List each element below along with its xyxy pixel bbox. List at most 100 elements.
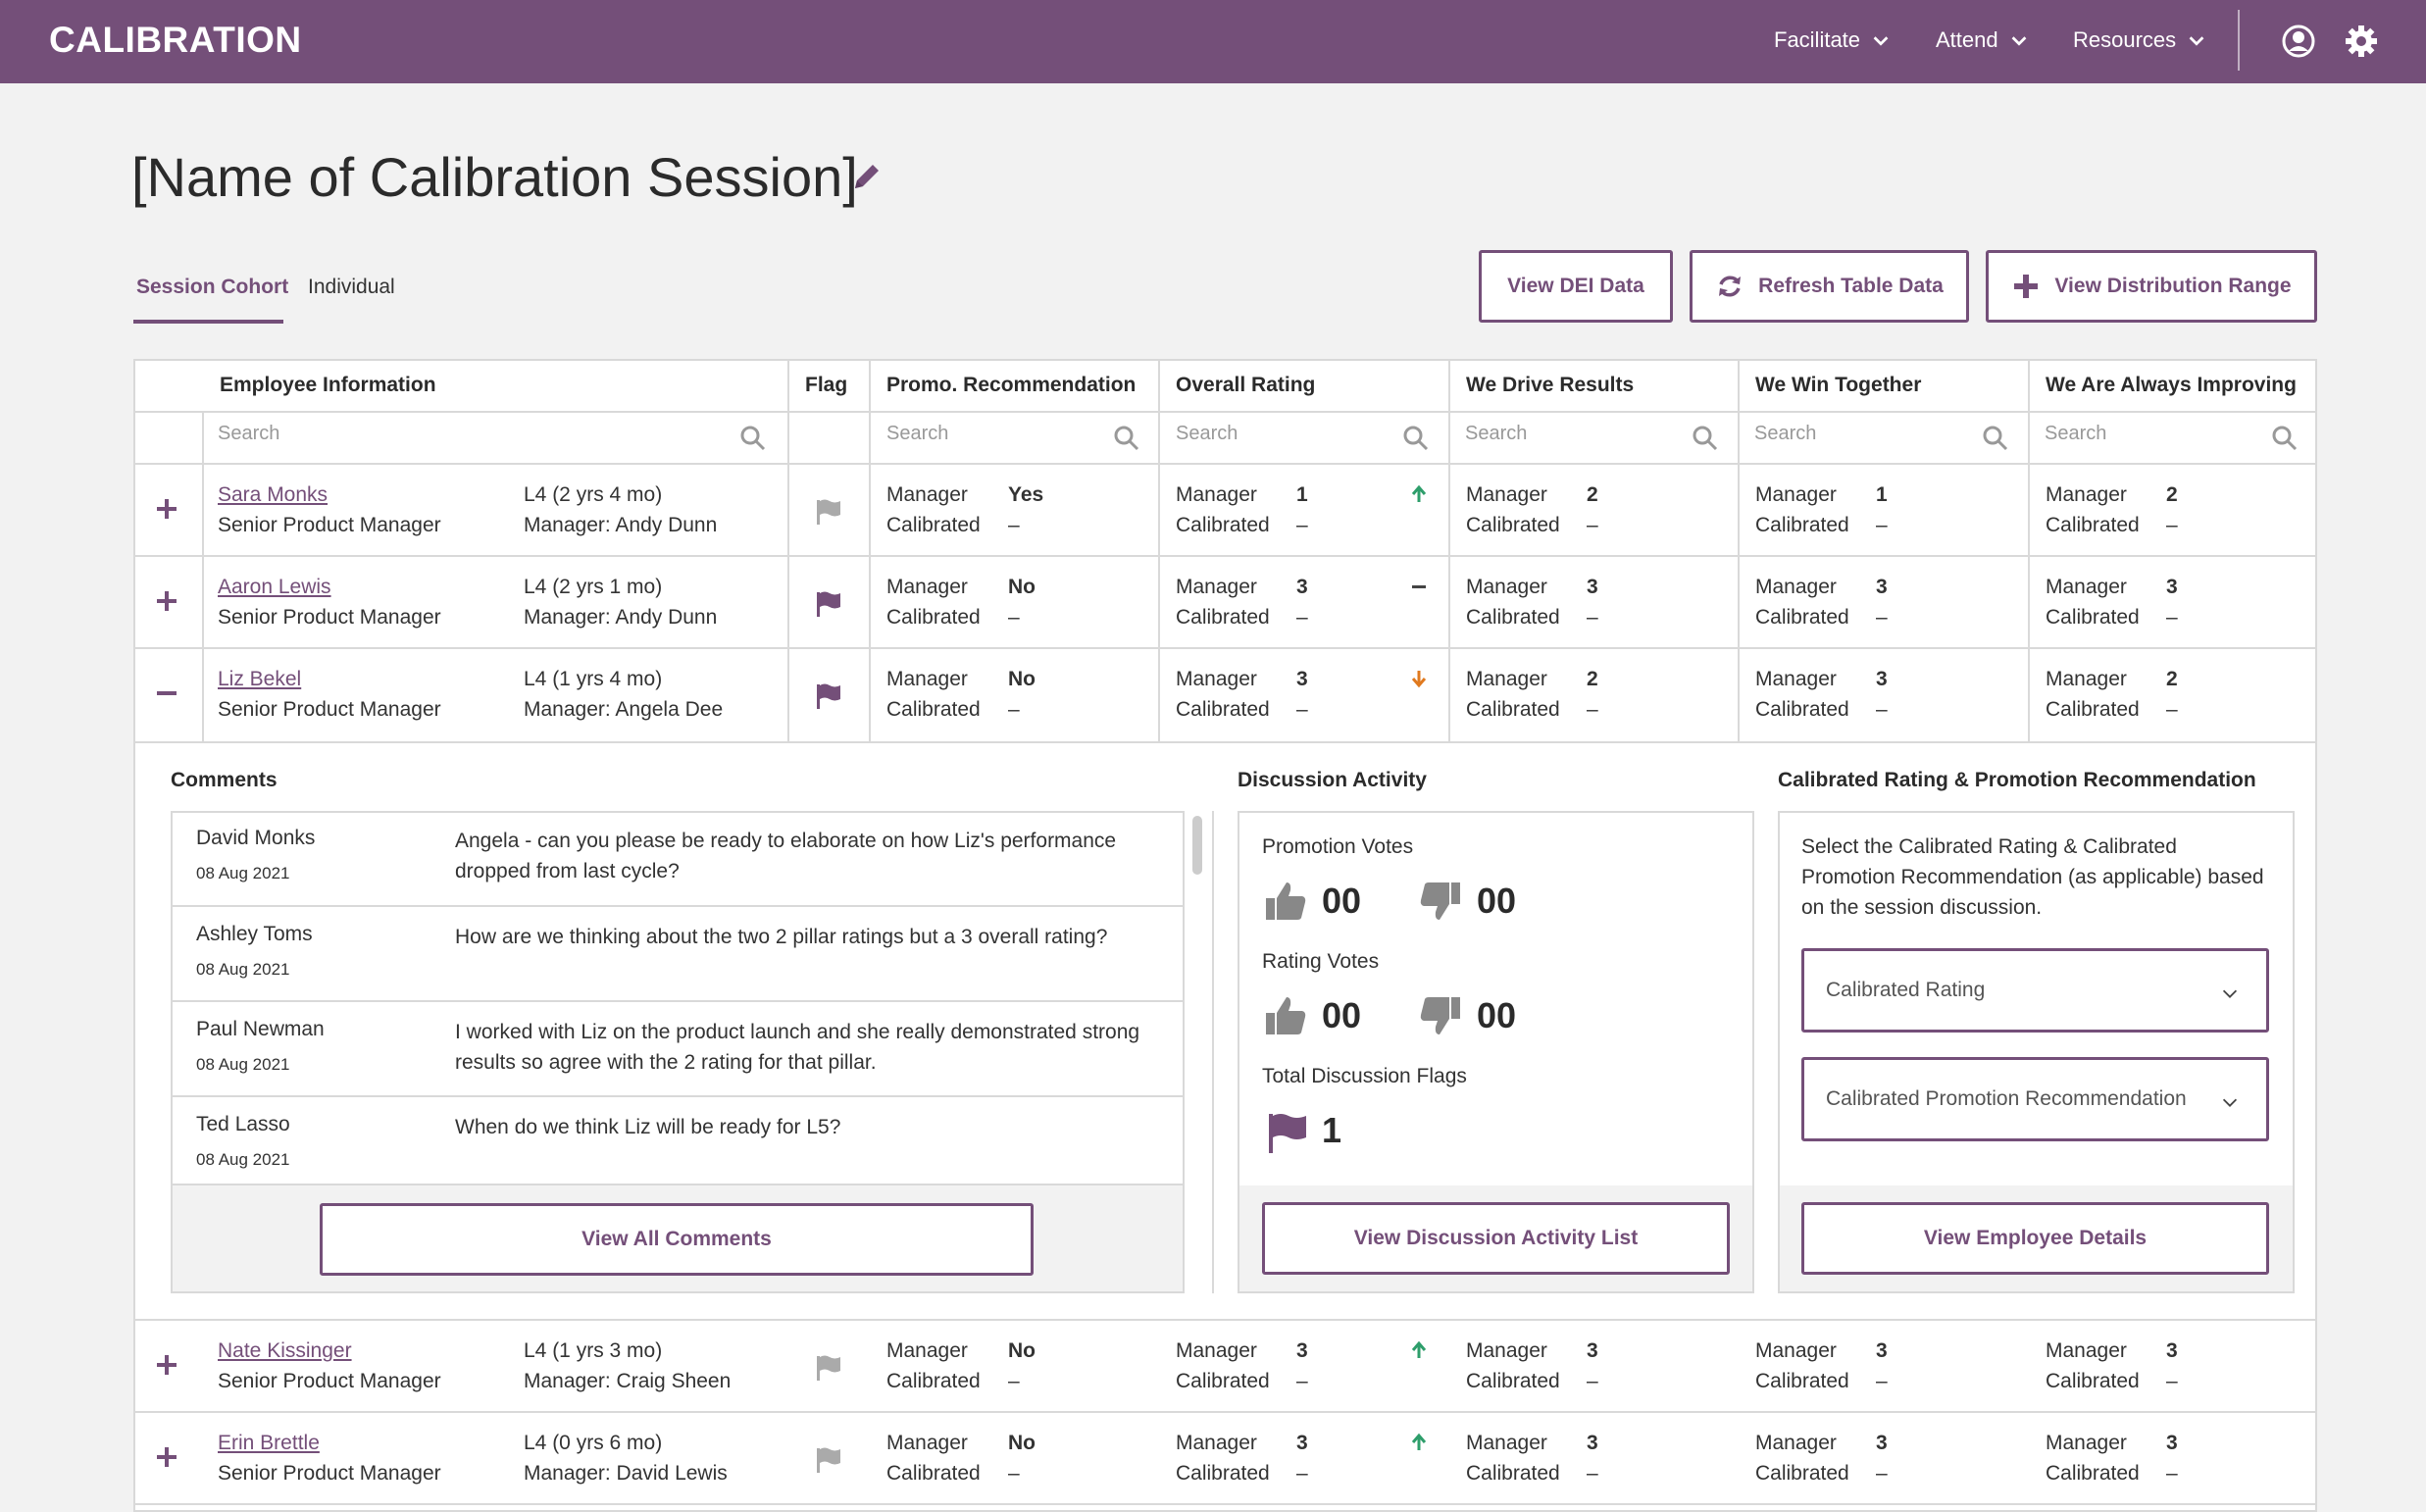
nav-facilitate-menu[interactable]: Facilitate [1774, 27, 1892, 53]
cell-calibrated-label: Calibrated [1755, 698, 1849, 721]
flag-icon [1269, 1114, 1306, 1153]
view-employee-details-button[interactable]: View Employee Details [1801, 1202, 2269, 1275]
flag-active-icon[interactable] [814, 681, 843, 711]
employee-title: Senior Product Manager [218, 1462, 441, 1485]
edit-pencil-icon[interactable] [849, 159, 884, 194]
cell-manager-label: Manager [1466, 1339, 1547, 1362]
cell-calibrated-label: Calibrated [1176, 698, 1270, 721]
thumbs-down-icon[interactable] [1418, 993, 1463, 1038]
cell-manager-label: Manager [1466, 668, 1547, 690]
calibrated-rating-select[interactable]: Calibrated Rating [1801, 948, 2269, 1033]
promotion-downvotes: 00 [1477, 881, 1517, 921]
employee-name-link[interactable]: Liz Bekel [218, 664, 301, 694]
cell-calibrated-value: – [2166, 1462, 2178, 1485]
col-header-results[interactable]: We Drive Results [1466, 374, 1634, 397]
flag-icon[interactable] [814, 1353, 843, 1383]
cell-overall-value: 3 [1296, 1339, 1308, 1362]
search-input-results[interactable]: Search [1465, 423, 1527, 445]
col-header-together[interactable]: We Win Together [1755, 374, 1921, 397]
promotion-upvotes: 00 [1322, 881, 1362, 921]
search-input-improving[interactable]: Search [2045, 423, 2106, 445]
total-flags-count: 1 [1322, 1110, 1342, 1150]
cell-calibrated-label: Calibrated [1176, 1462, 1270, 1485]
expand-row-icon[interactable] [153, 1351, 180, 1379]
view-distribution-range-button[interactable]: View Distribution Range [1986, 250, 2317, 323]
view-discussion-activity-button[interactable]: View Discussion Activity List [1262, 1202, 1730, 1275]
grid-line [133, 411, 2317, 413]
cell-calibrated-label: Calibrated [2046, 1370, 2140, 1392]
trend-flat-icon [1412, 585, 1426, 588]
tab-session-cohort[interactable]: Session Cohort [136, 276, 288, 299]
col-header-flag[interactable]: Flag [805, 374, 847, 397]
tab-individual[interactable]: Individual [308, 276, 395, 299]
calibrated-rating-select-value: Calibrated Rating [1826, 979, 1986, 1001]
cell-calibrated-label: Calibrated [886, 1462, 981, 1485]
search-icon[interactable] [1982, 425, 2009, 452]
search-icon[interactable] [1113, 425, 1140, 452]
flag-icon[interactable] [814, 1445, 843, 1475]
employee-name-link[interactable]: Erin Brettle [218, 1428, 320, 1458]
col-header-employee[interactable]: Employee Information [220, 374, 436, 397]
search-icon[interactable] [739, 425, 767, 452]
search-icon[interactable] [1402, 425, 1430, 452]
flag-icon[interactable] [814, 497, 843, 527]
employee-name-link[interactable]: Nate Kissinger [218, 1336, 352, 1366]
nav-attend-menu[interactable]: Attend [1936, 27, 2030, 53]
discussion-activity-heading: Discussion Activity [1238, 769, 1427, 791]
col-header-improving[interactable]: We Are Always Improving [2046, 374, 2297, 397]
search-icon[interactable] [1692, 425, 1719, 452]
nav-resources-menu[interactable]: Resources [2073, 27, 2207, 53]
col-header-promo[interactable]: Promo. Recommendation [886, 374, 1136, 397]
expand-row-icon[interactable] [153, 495, 180, 523]
employee-name-link[interactable]: Sara Monks [218, 479, 328, 510]
grid-line [133, 1411, 2317, 1413]
cell-calibrated-label: Calibrated [1755, 514, 1849, 536]
refresh-icon [1719, 276, 1742, 297]
view-dei-data-label: View DEI Data [1507, 275, 1644, 297]
settings-gear-icon[interactable] [2344, 24, 2379, 59]
col-header-overall[interactable]: Overall Rating [1176, 374, 1315, 397]
employee-name-link[interactable]: Aaron Lewis [218, 572, 331, 602]
cell-manager-label: Manager [886, 483, 968, 506]
cell-calibrated-value: – [1876, 1370, 1888, 1392]
thumbs-up-icon[interactable] [1263, 879, 1308, 924]
thumbs-up-icon[interactable] [1263, 993, 1308, 1038]
cell-calibrated-value: – [1876, 514, 1888, 536]
employee-manager: Manager: David Lewis [524, 1462, 728, 1485]
employee-level: L4 (2 yrs 4 mo) [524, 483, 663, 506]
chevron-down-icon [2011, 36, 2026, 46]
cell-manager-label: Manager [1755, 483, 1837, 506]
expand-row-icon[interactable] [153, 587, 180, 615]
grid-line [133, 1319, 2317, 1321]
thumbs-down-icon[interactable] [1418, 879, 1463, 924]
calibrated-promotion-select-value: Calibrated Promotion Recommendation [1826, 1087, 2187, 1110]
collapse-row-icon[interactable] [153, 680, 180, 707]
employee-level: L4 (1 yrs 3 mo) [524, 1339, 663, 1362]
expand-row-icon[interactable] [153, 1443, 180, 1471]
refresh-table-data-button[interactable]: Refresh Table Data [1690, 250, 1969, 323]
view-all-comments-button[interactable]: View All Comments [320, 1203, 1034, 1276]
search-input-together[interactable]: Search [1754, 423, 1816, 445]
search-input-overall[interactable]: Search [1176, 423, 1238, 445]
search-input-promo[interactable]: Search [886, 423, 948, 445]
cell-calibrated-value: – [1876, 1462, 1888, 1485]
cell-manager-label: Manager [2046, 576, 2127, 598]
view-dei-data-button[interactable]: View DEI Data [1479, 250, 1673, 323]
comments-scrollbar[interactable] [1183, 811, 1212, 1293]
user-account-icon[interactable] [2281, 24, 2316, 59]
comment-text: Angela - can you please be ready to elab… [455, 830, 1117, 882]
cell-manager-label: Manager [886, 1432, 968, 1454]
calibrated-promotion-select[interactable]: Calibrated Promotion Recommendation [1801, 1057, 2269, 1141]
search-icon[interactable] [2271, 425, 2299, 452]
cell-calibrated-value: – [1008, 606, 1020, 629]
cell-manager-label: Manager [1176, 668, 1257, 690]
cell-together-value: 3 [1876, 576, 1888, 598]
search-input-employee[interactable]: Search [218, 423, 279, 445]
cell-overall-value: 3 [1296, 576, 1308, 598]
cell-manager-label: Manager [1466, 483, 1547, 506]
rating-votes-label: Rating Votes [1262, 950, 1380, 973]
flag-active-icon[interactable] [814, 589, 843, 619]
comments-scrollbar-thumb[interactable] [1192, 816, 1202, 875]
app-logo[interactable]: CALIBRATION [49, 20, 302, 61]
chevron-down-icon [2222, 989, 2238, 998]
